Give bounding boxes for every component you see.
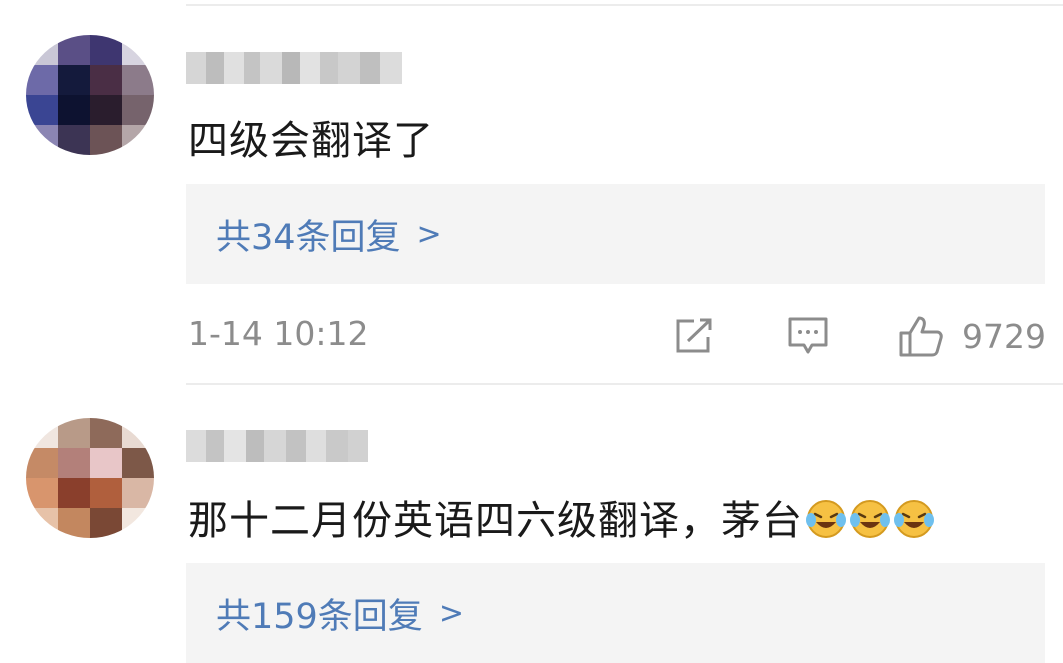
- comment-meta: 1-14 10:12 9729: [186, 306, 1046, 366]
- username-blurred[interactable]: [186, 52, 402, 84]
- reply-count-label: 共34条回复: [216, 217, 401, 258]
- like-button[interactable]: 9729: [898, 306, 1046, 366]
- comment-text-content: 那十二月份英语四六级翻译，茅台: [188, 498, 803, 544]
- divider: [186, 383, 1063, 385]
- laugh-cry-emoji: [894, 500, 934, 538]
- comment-text: 那十二月份英语四六级翻译，茅台: [188, 488, 935, 546]
- chevron-right-icon: >: [438, 595, 464, 631]
- share-button[interactable]: [672, 306, 716, 366]
- reply-summary[interactable]: 共159条回复 >: [186, 563, 1045, 663]
- avatar[interactable]: [26, 35, 154, 155]
- timestamp: 1-14 10:12: [188, 314, 369, 353]
- view-replies-link[interactable]: 共34条回复 >: [216, 184, 442, 284]
- laugh-cry-emoji: [850, 500, 890, 538]
- thumbs-up-icon: [899, 316, 943, 357]
- reply-summary[interactable]: 共34条回复 >: [186, 184, 1045, 284]
- view-replies-link[interactable]: 共159条回复 >: [216, 563, 464, 663]
- comment-icon: [788, 317, 828, 354]
- laugh-cry-emoji: [806, 500, 846, 538]
- chevron-right-icon: >: [416, 216, 442, 252]
- reply-count-label: 共159条回复: [216, 596, 423, 637]
- username-blurred[interactable]: [186, 430, 368, 462]
- like-count: 9729: [962, 316, 1046, 356]
- top-divider: [186, 4, 1063, 6]
- share-icon: [676, 318, 712, 353]
- comment-text: 四级会翻译了: [188, 118, 434, 164]
- avatar[interactable]: [26, 418, 154, 538]
- comment-button[interactable]: [786, 306, 830, 366]
